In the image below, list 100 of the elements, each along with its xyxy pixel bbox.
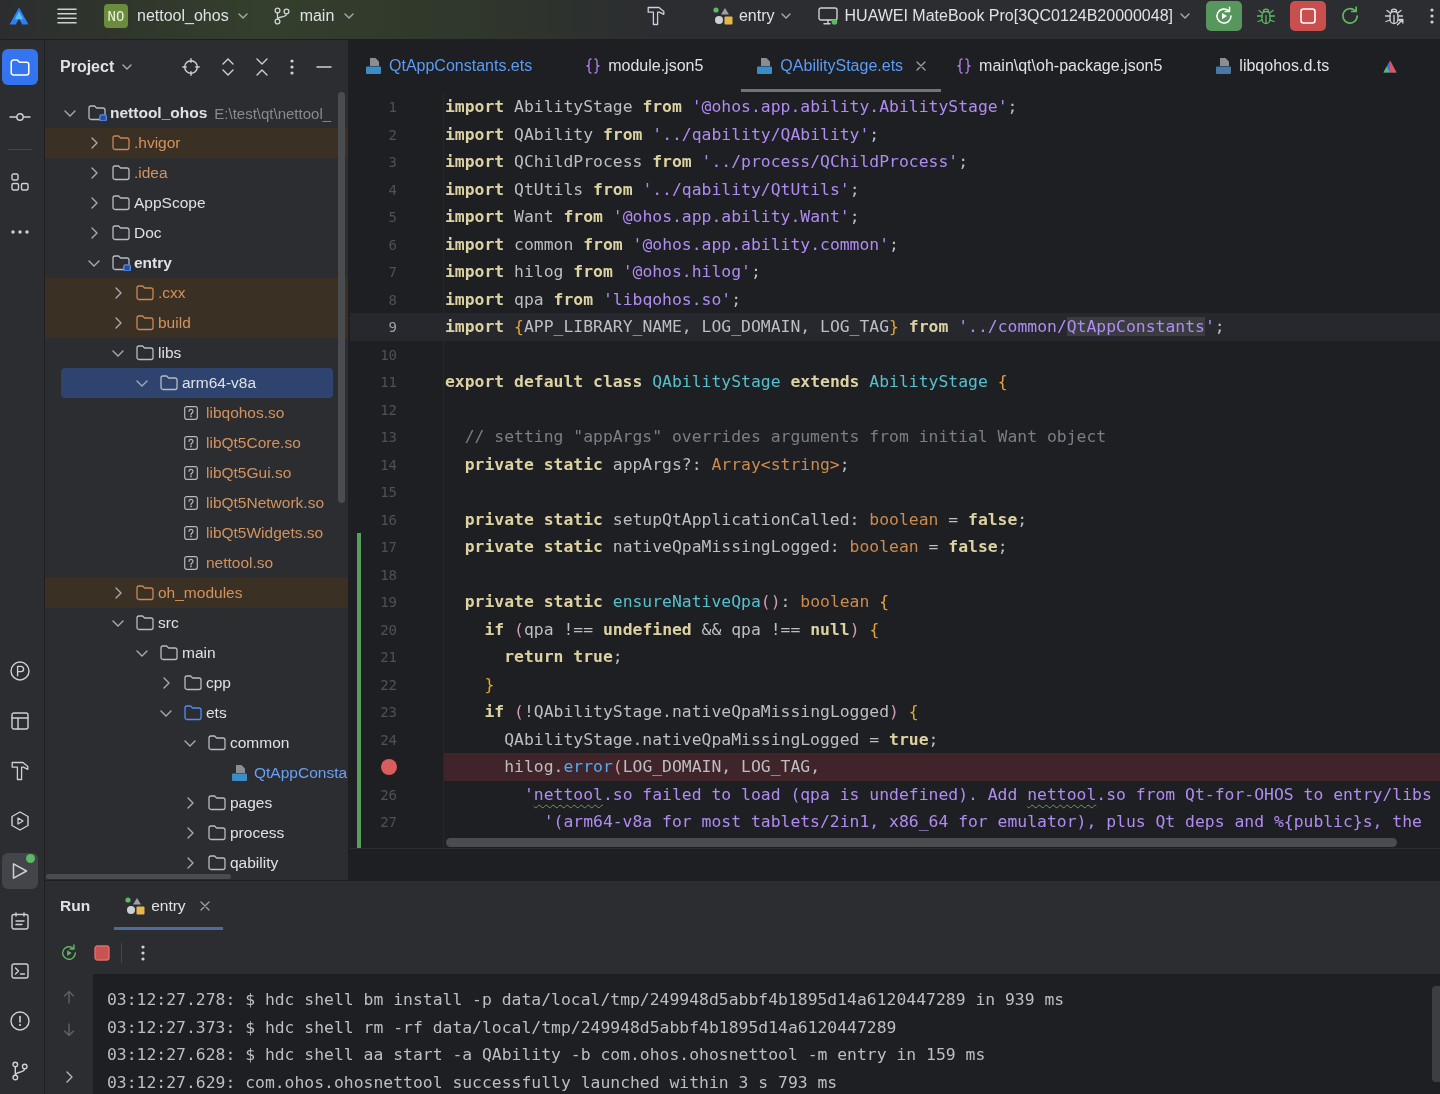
caret-icon xyxy=(780,12,791,19)
run-config-selector[interactable]: entry xyxy=(712,1,791,30)
folder-icon xyxy=(112,195,130,211)
tree-item[interactable]: entry xyxy=(45,248,348,278)
tree-item[interactable]: .idea xyxy=(45,158,348,188)
tree-item[interactable]: libqohos.so xyxy=(45,398,348,428)
chevron-right-icon[interactable] xyxy=(90,227,98,239)
workspace-switcher[interactable]: NO nettool_ohos xyxy=(104,1,248,30)
folder-icon xyxy=(208,795,226,811)
tree-item[interactable]: process xyxy=(45,818,348,848)
device-selector[interactable]: HUAWEI MateBook Pro[3QC0124B20000048] xyxy=(817,1,1190,30)
shapes-icon xyxy=(712,6,733,25)
more-icon[interactable] xyxy=(1430,7,1434,24)
stop-icon[interactable] xyxy=(94,945,110,961)
editor-tab[interactable]: QAbilityStage.ets xyxy=(741,40,942,92)
chevron-right-icon[interactable] xyxy=(90,197,98,209)
tree-item[interactable]: nettool_ohos E:\test\qt\nettool_ xyxy=(45,98,348,128)
code-line: import QtUtils from '../qability/QtUtils'; xyxy=(445,178,860,201)
run-tool-button[interactable] xyxy=(2,853,38,889)
tree-item[interactable]: libQt5Network.so xyxy=(45,488,348,518)
chevron-down-icon[interactable] xyxy=(136,379,148,387)
collapse-all-icon[interactable] xyxy=(256,58,268,76)
rerun-button[interactable] xyxy=(1206,0,1242,31)
editor-tab[interactable]: libqohos.d.ts xyxy=(1200,40,1368,92)
play-icon xyxy=(12,862,28,880)
chevron-right-icon[interactable] xyxy=(114,287,122,299)
horizontal-scrollbar[interactable] xyxy=(446,838,1397,847)
close-icon[interactable] xyxy=(916,61,927,71)
expand-all-icon[interactable] xyxy=(222,58,234,76)
chevron-right-icon[interactable] xyxy=(90,137,98,149)
tree-item[interactable]: .cxx xyxy=(45,278,348,308)
tree-item[interactable]: main xyxy=(45,638,348,668)
chevron-right-icon[interactable] xyxy=(65,1071,73,1083)
breakpoint-icon[interactable] xyxy=(381,759,397,775)
editor-tab[interactable]: QtAppConstants.ets xyxy=(350,40,571,92)
tree-item[interactable]: common xyxy=(45,728,348,758)
menu-icon[interactable] xyxy=(57,7,77,24)
tree-item[interactable]: pages xyxy=(45,788,348,818)
chevron-right-icon[interactable] xyxy=(90,167,98,179)
folder-icon xyxy=(208,825,226,841)
tree-item[interactable]: ets xyxy=(45,698,348,728)
chevron-right-icon[interactable] xyxy=(186,857,194,869)
folder-icon xyxy=(160,645,178,661)
tree-item[interactable]: qability xyxy=(45,848,348,878)
chevron-down-icon[interactable] xyxy=(64,109,76,117)
tree-item[interactable]: libQt5Gui.so xyxy=(45,458,348,488)
tree-item[interactable]: cpp xyxy=(45,668,348,698)
project-tool-button[interactable] xyxy=(2,49,38,85)
chevron-down-icon[interactable] xyxy=(112,349,124,357)
chevron-down-icon[interactable] xyxy=(136,649,148,657)
log-line: 03:12:27.629: com.ohos.ohosnettool successfully launched within 3 s 793 ms xyxy=(107,1071,838,1094)
editor-tab[interactable]: module.json5 xyxy=(570,40,742,92)
tree-item[interactable]: libQt5Core.so xyxy=(45,428,348,458)
caret-icon xyxy=(344,12,355,19)
editor-tab[interactable]: main\qt\oh-package.json5 xyxy=(941,40,1201,92)
rerun-icon[interactable] xyxy=(60,944,78,962)
more-icon[interactable] xyxy=(290,59,294,75)
branch-selector[interactable]: main xyxy=(273,1,355,30)
stop-button[interactable] xyxy=(1290,0,1326,31)
tree-item[interactable]: Doc xyxy=(45,218,348,248)
tree-item[interactable]: QtAppConsta xyxy=(45,758,348,788)
tree-item[interactable]: libs xyxy=(45,338,348,368)
chevron-right-icon[interactable] xyxy=(114,317,122,329)
tree-item[interactable]: nettool.so xyxy=(45,548,348,578)
tree-item[interactable]: .hvigor xyxy=(45,128,348,158)
folder-icon xyxy=(112,254,131,272)
chevron-right-icon[interactable] xyxy=(186,797,194,809)
question-file-icon xyxy=(184,436,198,450)
circular-arrow-icon[interactable] xyxy=(1340,5,1360,26)
chevron-down-icon[interactable] xyxy=(160,709,172,717)
tree-item[interactable]: oh_modules xyxy=(45,578,348,608)
code-line: private static setupQtApplicationCalled: boolean = false; xyxy=(463,508,1028,531)
project-view-selector[interactable]: Project xyxy=(60,58,133,76)
tree-item[interactable]: AppScope xyxy=(45,188,348,218)
chevron-down-icon[interactable] xyxy=(112,619,124,627)
folder-icon xyxy=(112,165,130,181)
close-icon[interactable] xyxy=(199,900,210,911)
code-line: import Want from '@ohos.app.ability.Want'; xyxy=(445,206,860,229)
tree-item[interactable]: src xyxy=(45,608,348,638)
folder-icon xyxy=(160,375,178,391)
more-icon xyxy=(11,230,29,234)
horizontal-scrollbar[interactable] xyxy=(46,874,231,879)
log-line: 03:12:27.278: $ hdc shell bm install -p data/local/tmp/249948d5abbf4b1895d14a6120447289 in 939 ms xyxy=(107,989,1065,1011)
chevron-down-icon[interactable] xyxy=(88,259,100,267)
question-file-icon xyxy=(184,526,198,540)
tree-item[interactable]: arm64-v8a xyxy=(61,368,333,398)
layout-icon xyxy=(11,712,29,730)
chevron-down-icon[interactable] xyxy=(184,739,196,747)
more-icon[interactable] xyxy=(141,945,145,961)
vertical-scrollbar[interactable] xyxy=(1432,986,1440,1082)
locate-icon[interactable] xyxy=(182,58,200,76)
hammer-icon[interactable] xyxy=(646,5,665,26)
chevron-right-icon[interactable] xyxy=(162,677,170,689)
run-tab[interactable]: entry xyxy=(114,881,223,930)
chevron-right-icon[interactable] xyxy=(186,827,194,839)
tree-item[interactable]: build xyxy=(45,308,348,338)
chevron-right-icon[interactable] xyxy=(114,587,122,599)
vertical-scrollbar[interactable] xyxy=(338,92,345,503)
tree-item[interactable]: libQt5Widgets.so xyxy=(45,518,348,548)
code-line: QAbilityStage.nativeQpaMissingLogged = true; xyxy=(503,728,939,751)
